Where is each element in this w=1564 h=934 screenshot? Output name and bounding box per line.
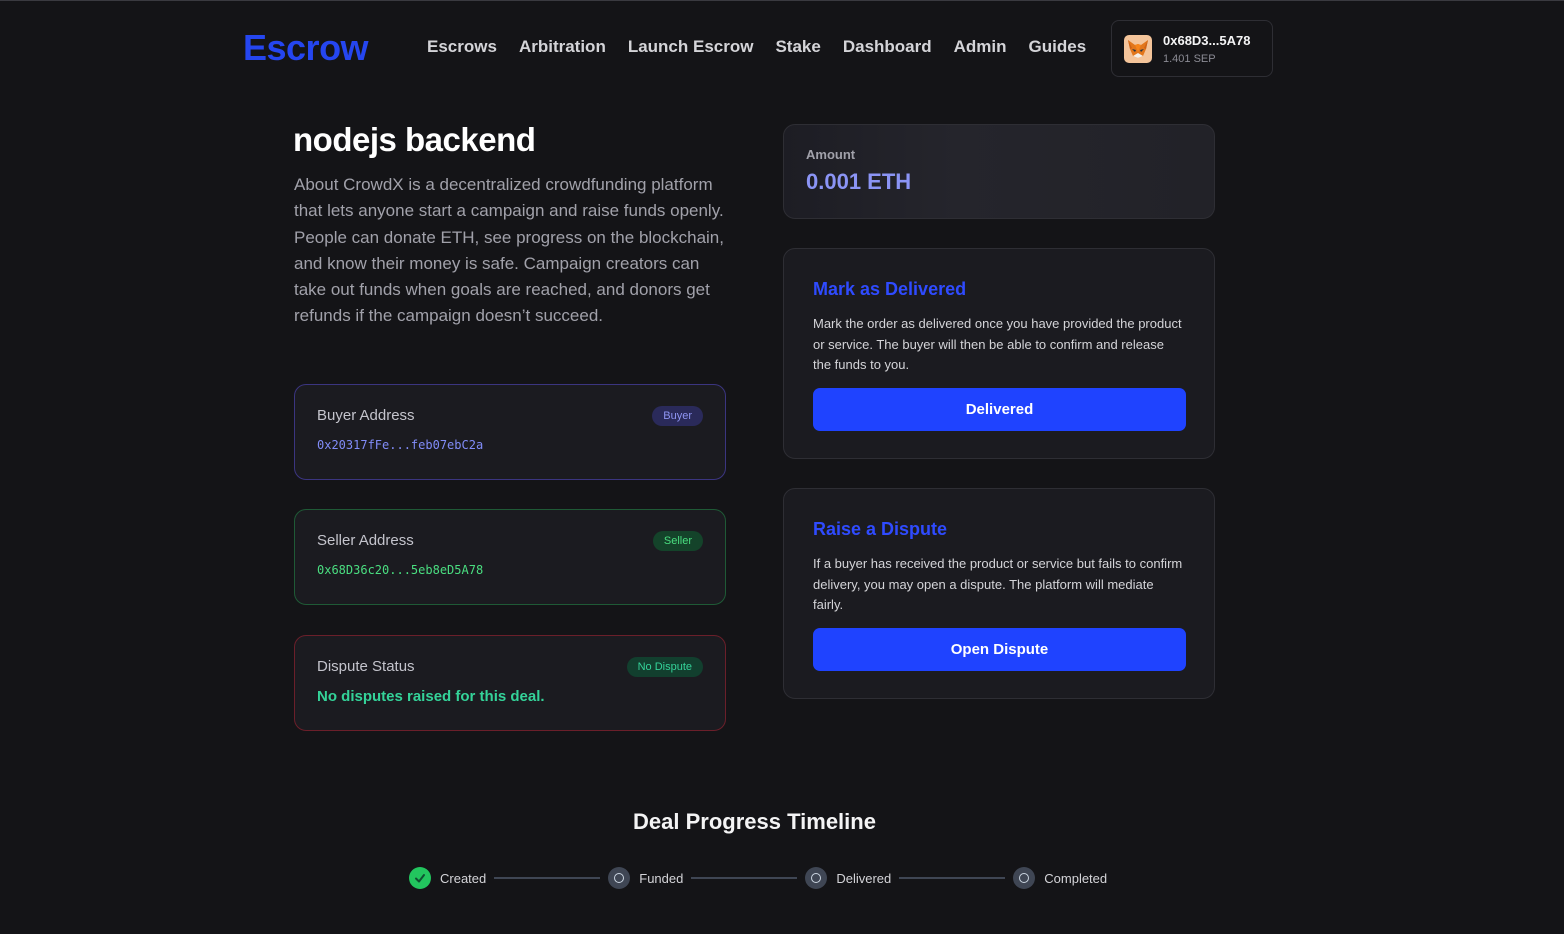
timeline-connector <box>494 877 601 879</box>
seller-address-card: Seller Address Seller 0x68D36c20...5eb8e… <box>294 509 726 605</box>
open-dispute-button[interactable]: Open Dispute <box>813 627 1186 671</box>
mark-delivered-card: Mark as Delivered Mark the order as deli… <box>783 248 1215 459</box>
escrow-description: About CrowdX is a decentralized crowdfun… <box>294 175 724 326</box>
mark-delivered-title: Mark as Delivered <box>813 279 967 299</box>
deal-progress-timeline: Created Funded Delivered Completed <box>409 867 1107 889</box>
check-icon <box>409 867 431 889</box>
wallet-address: 0x68D3...5A78 <box>1163 32 1251 48</box>
seller-address-value[interactable]: 0x68D36c20...5eb8eD5A78 <box>317 563 703 577</box>
nav-stake[interactable]: Stake <box>775 37 820 57</box>
timeline-title: Deal Progress Timeline <box>633 809 876 834</box>
nav-dashboard[interactable]: Dashboard <box>843 37 932 57</box>
raise-dispute-title: Raise a Dispute <box>813 519 948 539</box>
buyer-address-value[interactable]: 0x20317fFe...feb07ebC2a <box>317 438 703 452</box>
seller-badge: Seller <box>652 531 703 551</box>
timeline-step-label: Created <box>440 870 487 886</box>
wallet-button[interactable]: 0x68D3...5A78 1.401 SEP <box>1111 20 1273 77</box>
dispute-status-text: No disputes raised for this deal. <box>317 688 545 705</box>
mark-delivered-description: Mark the order as delivered once you hav… <box>813 316 1182 372</box>
escrow-title: nodejs backend <box>293 121 536 158</box>
timeline-step-label: Delivered <box>836 870 892 886</box>
delivered-button[interactable]: Delivered <box>813 387 1186 431</box>
timeline-step-funded: Funded <box>608 867 683 889</box>
nav-admin[interactable]: Admin <box>954 37 1007 57</box>
nav-escrows[interactable]: Escrows <box>427 37 497 57</box>
amount-label: Amount <box>806 147 856 162</box>
buyer-address-label: Buyer Address <box>317 407 415 424</box>
timeline-step-created: Created <box>409 867 486 889</box>
timeline-connector <box>691 877 798 879</box>
nav-launch-escrow[interactable]: Launch Escrow <box>628 37 754 57</box>
timeline-step-completed: Completed <box>1013 867 1107 889</box>
timeline-step-label: Completed <box>1044 870 1108 886</box>
nav-guides[interactable]: Guides <box>1029 37 1087 57</box>
timeline-step-label: Funded <box>639 870 684 886</box>
pending-circle-icon <box>608 867 631 889</box>
raise-dispute-description: If a buyer has received the product or s… <box>813 556 1183 612</box>
main-nav: Escrows Arbitration Launch Escrow Stake … <box>427 37 1086 57</box>
wallet-balance: 1.401 SEP <box>1163 52 1216 65</box>
timeline-step-delivered: Delivered <box>805 867 891 889</box>
dispute-status-card: Dispute Status No Dispute No disputes ra… <box>294 635 726 731</box>
raise-dispute-card: Raise a Dispute If a buyer has received … <box>783 488 1215 699</box>
dispute-status-badge: No Dispute <box>626 657 703 677</box>
pending-circle-icon <box>805 867 828 889</box>
site-logo[interactable]: Escrow <box>243 27 369 69</box>
top-nav-bar: Escrow Escrows Arbitration Launch Escrow… <box>0 1 1564 97</box>
amount-value: 0.001 ETH <box>806 169 912 194</box>
buyer-address-card: Buyer Address Buyer 0x20317fFe...feb07eb… <box>294 384 726 480</box>
metamask-fox-icon <box>1124 34 1152 63</box>
pending-circle-icon <box>1013 867 1036 889</box>
amount-card: Amount 0.001 ETH <box>783 124 1215 219</box>
timeline-connector <box>899 877 1006 879</box>
seller-address-label: Seller Address <box>317 532 414 549</box>
nav-arbitration[interactable]: Arbitration <box>519 37 606 57</box>
buyer-badge: Buyer <box>652 406 703 426</box>
